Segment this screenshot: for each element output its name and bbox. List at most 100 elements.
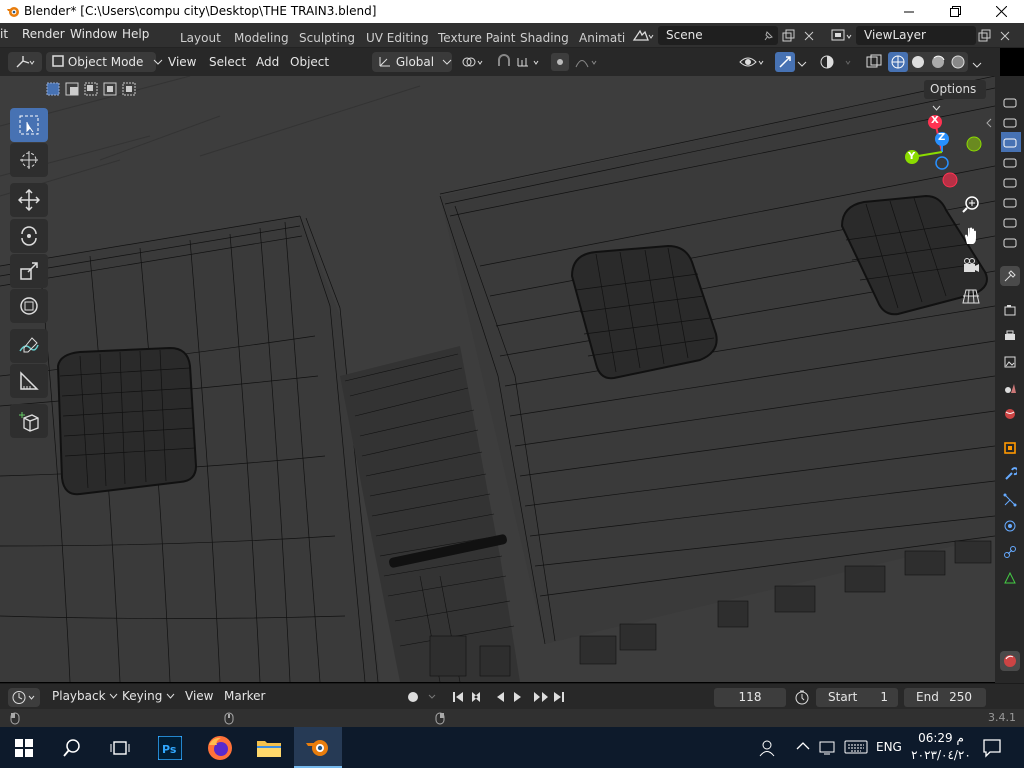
- stopwatch-icon[interactable]: [794, 689, 810, 705]
- xray-toggle[interactable]: [864, 52, 884, 72]
- file-explorer-app[interactable]: [245, 727, 293, 768]
- annotate-tool[interactable]: [10, 329, 48, 363]
- close-button[interactable]: [978, 0, 1024, 23]
- menu-edit[interactable]: it: [0, 27, 8, 41]
- gizmo-icon: [779, 56, 791, 68]
- select-menu[interactable]: Select: [209, 52, 246, 72]
- output-tab[interactable]: [1000, 326, 1020, 346]
- language-indicator[interactable]: ENG: [876, 740, 902, 754]
- chevron-down-icon[interactable]: [972, 61, 982, 69]
- cursor-tool[interactable]: [10, 143, 48, 177]
- object-tab[interactable]: [1000, 438, 1020, 458]
- tab-texture-paint[interactable]: Texture Paint: [438, 31, 515, 45]
- camera-view-button[interactable]: [959, 254, 983, 278]
- zoom-button[interactable]: [959, 193, 983, 217]
- editor-type-button[interactable]: [8, 52, 42, 72]
- timeline-view-menu[interactable]: View: [185, 686, 213, 706]
- minimize-button[interactable]: [886, 0, 932, 23]
- clock[interactable]: 06:29 م ٢٠٢٣/٠٤/٢٠: [910, 730, 972, 764]
- tool-properties-tab[interactable]: [1000, 266, 1020, 286]
- world-tab[interactable]: [1000, 404, 1020, 424]
- start-button[interactable]: [0, 727, 48, 768]
- add-cube-tool[interactable]: [10, 404, 48, 438]
- remove-scene-icon[interactable]: [804, 31, 814, 41]
- options-dropdown[interactable]: Options: [924, 80, 986, 111]
- menu-window[interactable]: Window: [70, 27, 117, 41]
- current-frame-field[interactable]: 118: [714, 688, 786, 707]
- marker-menu[interactable]: Marker: [224, 686, 265, 706]
- people-icon[interactable]: [758, 739, 776, 757]
- perspective-toggle[interactable]: [959, 284, 983, 308]
- snap-button[interactable]: [494, 52, 544, 72]
- sidebar-toggle-arrow-icon[interactable]: [985, 118, 993, 128]
- modifiers-tab[interactable]: [1000, 464, 1020, 484]
- tab-modeling[interactable]: Modeling: [234, 31, 289, 45]
- playback-controls[interactable]: [450, 689, 570, 705]
- view-layer-tab[interactable]: [1000, 352, 1020, 372]
- end-frame-field[interactable]: End 250: [904, 688, 986, 707]
- add-menu[interactable]: Add: [256, 52, 279, 72]
- tab-shading[interactable]: Shading: [520, 31, 569, 45]
- transform-tool[interactable]: [10, 289, 48, 323]
- photoshop-app[interactable]: Ps: [146, 727, 194, 768]
- material-tab[interactable]: [1000, 651, 1020, 671]
- object-menu[interactable]: Object: [290, 52, 329, 72]
- start-frame-field[interactable]: Start 1: [816, 688, 898, 707]
- measure-tool[interactable]: [10, 364, 48, 398]
- render-tab[interactable]: [1000, 300, 1020, 320]
- move-tool[interactable]: [10, 183, 48, 217]
- menu-render[interactable]: Render: [22, 27, 65, 41]
- tab-uv-editing[interactable]: UV Editing: [366, 31, 429, 45]
- tab-sculpting[interactable]: Sculpting: [299, 31, 355, 45]
- view-menu[interactable]: View: [168, 52, 196, 72]
- menu-help[interactable]: Help: [122, 27, 149, 41]
- duplicate-scene-icon[interactable]: [782, 29, 796, 43]
- firefox-app[interactable]: [196, 727, 244, 768]
- pivot-point-button[interactable]: [458, 52, 490, 72]
- mode-selector[interactable]: Object Mode: [46, 52, 163, 72]
- minimize-icon: [904, 11, 914, 12]
- playback-menu[interactable]: Playback: [52, 686, 118, 706]
- task-view-button[interactable]: [96, 727, 144, 768]
- data-tab[interactable]: [1000, 568, 1020, 588]
- material-sphere-icon: [1004, 655, 1016, 667]
- viewport-header: Object Mode View Select Add Object Globa…: [0, 48, 1000, 76]
- scene-tab[interactable]: [1000, 378, 1020, 398]
- select-mode-icons[interactable]: [46, 82, 138, 96]
- outliner-camera-icons[interactable]: [1001, 82, 1021, 252]
- view-layer-icon[interactable]: [830, 28, 854, 44]
- chevron-up-icon[interactable]: [796, 741, 810, 751]
- constraints-tab[interactable]: [1000, 542, 1020, 562]
- proportional-edit-button[interactable]: [550, 52, 602, 72]
- timeline-editor-type[interactable]: [8, 688, 40, 707]
- tab-layout[interactable]: Layout: [180, 31, 221, 45]
- chevron-down-icon[interactable]: [797, 60, 807, 68]
- blender-app[interactable]: [294, 727, 342, 768]
- tab-animation[interactable]: Animati: [579, 31, 625, 45]
- notifications-icon[interactable]: [982, 738, 1002, 758]
- overlays-button[interactable]: [818, 52, 858, 72]
- keyboard-icon[interactable]: [844, 740, 868, 754]
- physics-tab[interactable]: [1000, 516, 1020, 536]
- visibility-button[interactable]: [738, 52, 768, 72]
- view-layer-selector[interactable]: ViewLayer: [856, 26, 976, 45]
- search-button[interactable]: [48, 727, 96, 768]
- 3d-viewport[interactable]: Options X Z Y: [0, 76, 995, 682]
- maximize-button[interactable]: [932, 0, 978, 23]
- auto-keying-button[interactable]: [405, 689, 441, 705]
- scene-icon[interactable]: [632, 28, 654, 44]
- rotate-tool[interactable]: [10, 219, 48, 253]
- pan-button[interactable]: [959, 224, 983, 248]
- remove-layer-icon[interactable]: [1000, 31, 1010, 41]
- network-icon[interactable]: [819, 739, 837, 755]
- duplicate-layer-icon[interactable]: [978, 29, 992, 43]
- pin-icon[interactable]: [762, 30, 774, 42]
- scale-tool[interactable]: [10, 254, 48, 288]
- transform-orientation-selector[interactable]: Global: [372, 52, 452, 72]
- particles-tab[interactable]: [1000, 490, 1020, 510]
- firefox-icon: [208, 735, 232, 760]
- scene-selector[interactable]: Scene: [658, 26, 778, 45]
- keying-menu[interactable]: Keying: [122, 686, 175, 706]
- gizmo-toggle-button[interactable]: [775, 52, 795, 72]
- select-box-tool[interactable]: [10, 108, 48, 142]
